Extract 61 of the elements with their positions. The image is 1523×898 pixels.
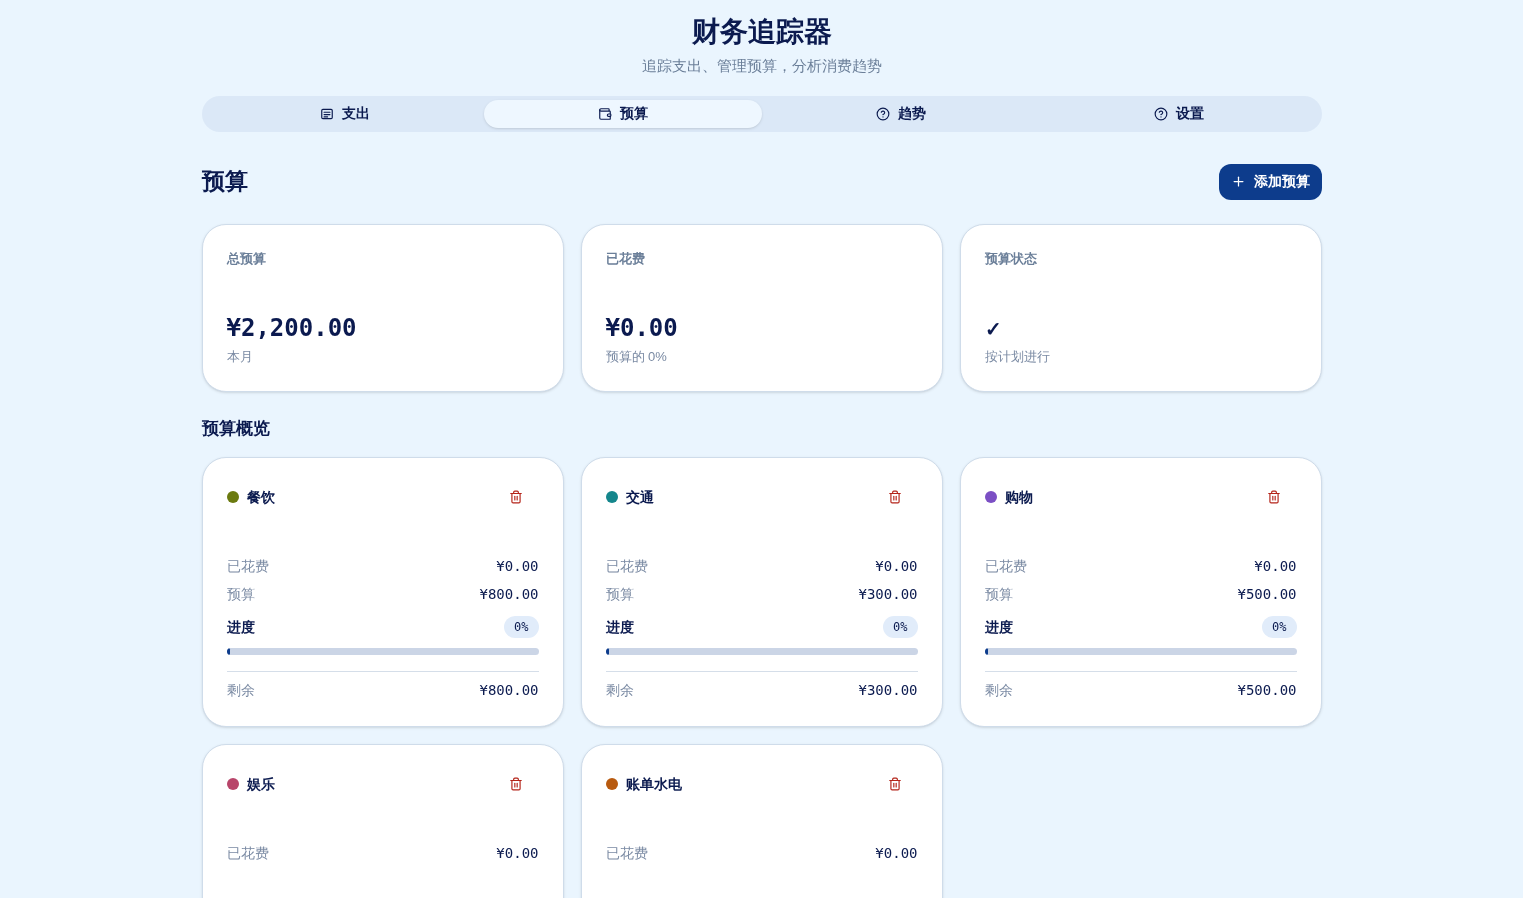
percent-badge: 0%: [1262, 616, 1297, 638]
check-mark: ✓: [984, 319, 1003, 339]
row-label: 预算: [605, 584, 634, 604]
remaining-value: ¥300.00: [858, 681, 918, 700]
row-value: ¥0.00: [875, 843, 918, 863]
summary-label: 总预算: [226, 249, 267, 268]
tab[interactable]: 支出: [205, 99, 484, 128]
summary-value: ¥2,200.00: [226, 313, 358, 343]
percent-badge: 0%: [883, 616, 918, 638]
remaining-label: 剩余: [605, 681, 634, 700]
row-label: 已花费: [605, 556, 648, 576]
section-title: 预算: [201, 167, 248, 197]
help-icon: [1153, 106, 1168, 121]
row-value: ¥500.00: [1237, 584, 1297, 604]
row-value: ¥0.00: [496, 843, 539, 863]
row-value: ¥0.00: [875, 556, 918, 576]
remaining-value: ¥800.00: [479, 681, 539, 700]
category-name: 娱乐: [246, 774, 275, 794]
row-value: ¥300.00: [858, 584, 918, 604]
remaining-value: ¥500.00: [1237, 681, 1297, 700]
summary-note: 预算的 0%: [605, 348, 668, 366]
trash-icon: [508, 777, 523, 791]
summary-note: 本月: [226, 348, 254, 366]
row-label: 已花费: [226, 556, 269, 576]
summary-label: 已花费: [605, 249, 646, 268]
plus-icon: [1230, 174, 1246, 189]
wallet-icon: [597, 106, 612, 121]
tab[interactable]: 设置: [1039, 99, 1318, 128]
progress-label: 进度: [226, 617, 255, 637]
trash-icon: [508, 490, 523, 504]
progress-label: 进度: [605, 617, 634, 637]
row-label: 已花费: [226, 843, 269, 863]
category-name: 餐饮: [246, 487, 275, 507]
overview-title: 预算概览: [201, 417, 271, 440]
tab[interactable]: 趋势: [761, 99, 1040, 128]
row-value: ¥0.00: [1254, 556, 1297, 576]
progress-label: 进度: [984, 617, 1013, 637]
add-budget-button[interactable]: 添加预算: [1218, 163, 1322, 200]
category-name: 账单水电: [625, 774, 682, 794]
trash-icon: [1266, 490, 1281, 504]
summary-note: 按计划进行: [984, 348, 1051, 366]
trash-icon: [887, 777, 902, 791]
row-value: ¥800.00: [479, 584, 539, 604]
summary-value: ¥0.00: [605, 313, 679, 343]
row-label: 已花费: [984, 556, 1027, 576]
row-value: ¥0.00: [496, 556, 539, 576]
category-name: 交通: [625, 487, 654, 507]
app-subtitle: 追踪支出、管理预算，分析消费趋势: [641, 56, 882, 76]
row-label: 预算: [226, 584, 255, 604]
percent-badge: 0%: [504, 616, 539, 638]
remaining-label: 剩余: [226, 681, 255, 700]
trash-icon: [887, 490, 902, 504]
row-label: 预算: [984, 584, 1013, 604]
remaining-label: 剩余: [984, 681, 1013, 700]
summary-label: 预算状态: [984, 249, 1038, 268]
category-name: 购物: [1004, 487, 1033, 507]
help-icon: [875, 106, 890, 121]
row-label: 已花费: [605, 843, 648, 863]
tab[interactable]: 预算: [483, 99, 762, 128]
list-icon: [319, 106, 334, 121]
app-title: 财务追踪器: [691, 15, 832, 49]
